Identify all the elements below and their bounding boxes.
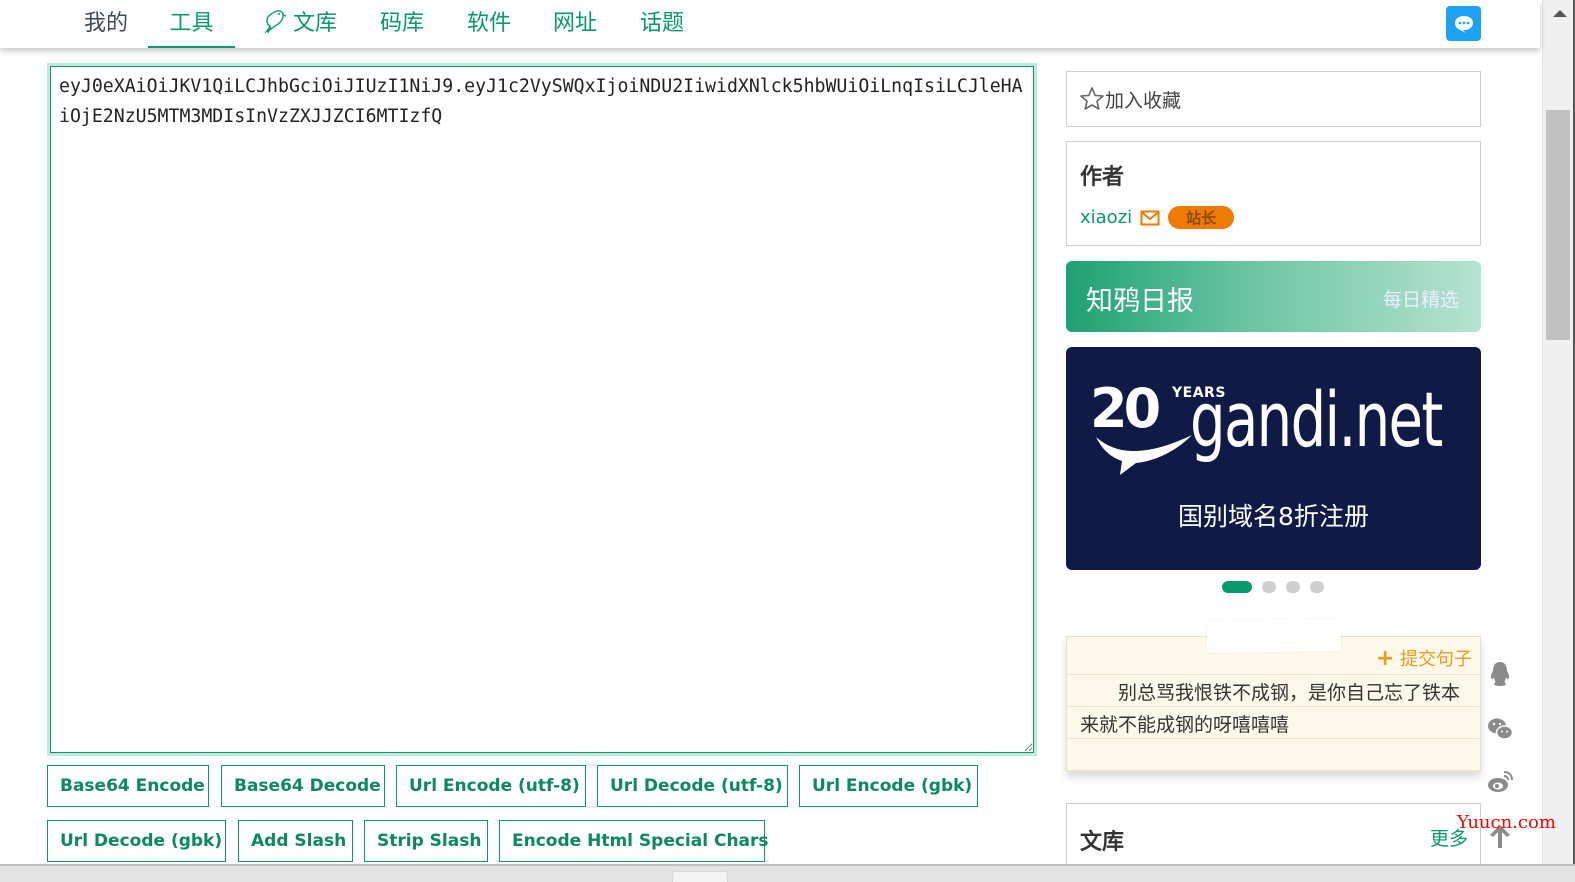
- url-decode-utf8-button[interactable]: Url Decode (utf-8): [597, 765, 788, 807]
- admin-badge: 站长: [1168, 206, 1235, 229]
- weibo-icon[interactable]: [1486, 768, 1514, 796]
- page: ​ 我的 工具 文库 码库 软件 网址 话题 Ba: [0, 0, 1575, 882]
- author-name-link[interactable]: xiaozi: [1080, 207, 1132, 228]
- library-title: 文库: [1080, 830, 1125, 855]
- banner-swoosh-logo: [1096, 435, 1192, 475]
- vertical-scrollbar[interactable]: [1542, 0, 1575, 864]
- url-encode-gbk-button[interactable]: Url Encode (gbk): [799, 765, 978, 807]
- submit-quote-label: 提交句子: [1400, 649, 1472, 670]
- quote-text: 别总骂我恨铁不成钢，是你自己忘了铁本来就不能成钢的呀嘻嘻嘻: [1080, 682, 1461, 736]
- text-input-area[interactable]: [50, 66, 1034, 753]
- author-title: 作者: [1080, 165, 1125, 190]
- scroll-up-arrow[interactable]: [1553, 10, 1567, 17]
- bird-icon: [264, 10, 287, 34]
- scrollbar-thumb[interactable]: [1546, 110, 1570, 340]
- nav-item-mine[interactable]: 我的: [82, 0, 130, 48]
- ad-banner[interactable]: 20 YEARS gandi.net 国别域名8折注册: [1066, 347, 1481, 570]
- nav-item-tools[interactable]: 工具: [148, 0, 235, 48]
- plus-icon: +: [1375, 646, 1395, 671]
- banner-years-number: 20: [1090, 377, 1161, 440]
- nav-item-topics[interactable]: 话题: [638, 0, 686, 48]
- base64-encode-button[interactable]: Base64 Encode: [47, 765, 209, 807]
- nav-item-library[interactable]: 文库: [258, 0, 340, 48]
- editor-wrapper: [47, 63, 1037, 756]
- encode-html-special-chars-button[interactable]: Encode Html Special Chars: [499, 820, 769, 862]
- quote-card: + 提交句子 别总骂我恨铁不成钢，是你自己忘了铁本来就不能成钢的呀嘻嘻嘻: [1066, 636, 1481, 772]
- add-favorite-button[interactable]: 加入收藏: [1066, 71, 1481, 127]
- mail-icon[interactable]: [1140, 210, 1160, 226]
- daily-digest-banner[interactable]: 知鸦日报 每日精选: [1066, 261, 1481, 332]
- url-decode-gbk-button[interactable]: Url Decode (gbk): [47, 820, 226, 862]
- author-card: 作者 xiaozi 站长: [1066, 141, 1481, 246]
- tape-decoration: [1206, 618, 1342, 654]
- daily-subtitle: 每日精选: [1382, 289, 1459, 311]
- author-row: xiaozi 站长: [1080, 206, 1235, 229]
- carousel-indicators: [1222, 581, 1324, 593]
- watermark: Yuucn.com: [1457, 812, 1556, 833]
- carousel-dot-1[interactable]: [1222, 581, 1252, 593]
- base64-decode-button[interactable]: Base64 Decode: [221, 765, 385, 807]
- carousel-dot-2[interactable]: [1262, 581, 1276, 593]
- nav-item-library-label: 文库: [292, 11, 337, 36]
- submit-quote-button[interactable]: + 提交句子: [1376, 645, 1472, 671]
- banner-promo-text: 国别域名8折注册: [1178, 502, 1369, 531]
- carousel-dot-4[interactable]: [1310, 581, 1324, 593]
- horizontal-scrollbar-thumb[interactable]: [672, 871, 728, 882]
- nav-item-code[interactable]: 码库: [378, 0, 426, 48]
- nav-item-sites[interactable]: 网址: [551, 0, 599, 48]
- add-slash-button[interactable]: Add Slash: [238, 820, 353, 862]
- banner-brand: gandi.net: [1190, 375, 1443, 464]
- daily-title: 知鸦日报: [1086, 286, 1194, 317]
- nav-item-software[interactable]: 软件: [465, 0, 513, 48]
- carousel-dot-3[interactable]: [1286, 581, 1300, 593]
- add-favorite-label: 加入收藏: [1105, 89, 1182, 112]
- star-icon: [1080, 87, 1104, 110]
- wechat-icon[interactable]: [1486, 715, 1514, 743]
- strip-slash-button[interactable]: Strip Slash: [364, 820, 488, 862]
- url-encode-utf8-button[interactable]: Url Encode (utf-8): [396, 765, 586, 807]
- chat-bubble-icon: [1454, 15, 1473, 33]
- horizontal-scrollbar[interactable]: [0, 864, 1575, 882]
- chat-button[interactable]: [1446, 6, 1481, 41]
- top-nav: 我的 工具 文库 码库 软件 网址 话题: [0, 0, 1540, 48]
- qq-icon[interactable]: [1486, 660, 1514, 688]
